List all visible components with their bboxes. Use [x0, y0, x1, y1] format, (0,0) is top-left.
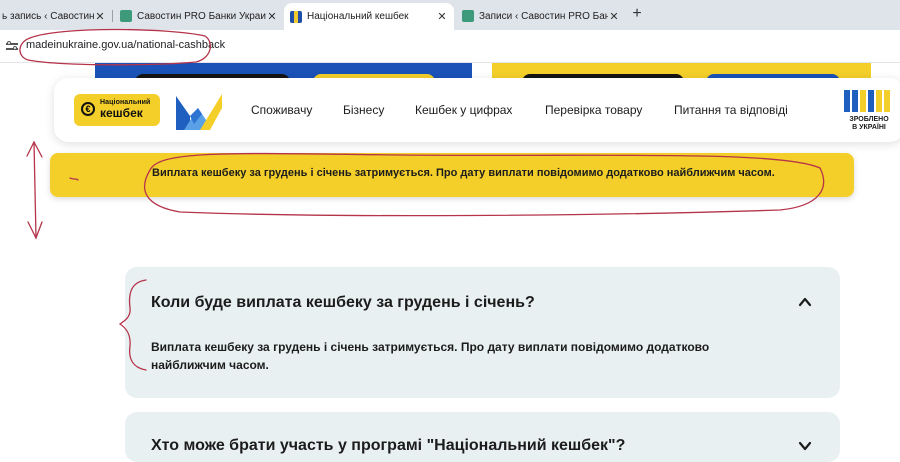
browser-tab[interactable]: ь запись ‹ Савостин PRO ✕ — [0, 4, 112, 28]
made-in-ukraine-logo[interactable]: ЗРОБЛЕНО В УКРАЇНІ — [842, 90, 896, 136]
page-content: € Національний кешбек Споживачу Бізнесу … — [0, 63, 900, 462]
faq-answer-line: найближчим часом. — [151, 358, 269, 372]
chevron-down-icon[interactable] — [798, 439, 812, 453]
browser-tab-bar: ь запись ‹ Савостин PRO ✕ Савостин PRO Б… — [0, 0, 900, 30]
nav-faq[interactable]: Питання та відповіді — [674, 103, 788, 117]
faq-question[interactable]: Коли буде виплата кешбеку за грудень і с… — [151, 294, 535, 312]
green-tab-icon — [120, 10, 132, 22]
made-line1: ЗРОБЛЕНО — [849, 116, 889, 123]
faq-question[interactable]: Хто може брати участь у програмі "Націон… — [151, 437, 625, 455]
euro-arrow-icon: € — [81, 102, 95, 116]
national-cashback-logo[interactable]: € Національний кешбек — [74, 94, 160, 126]
tab-title: Записи ‹ Савостин PRO Банки... — [479, 10, 608, 22]
nav-cashback-numbers[interactable]: Кешбек у цифрах — [415, 103, 512, 117]
site-settings-icon[interactable] — [6, 40, 18, 52]
banner-text: Виплата кешбеку за грудень і січень затр… — [152, 167, 775, 179]
logo-line2: кешбек — [100, 106, 143, 120]
tab-title: Савостин PRO Банки Украины — [137, 10, 266, 22]
tab-title: ь запись ‹ Савостин PRO — [2, 10, 94, 22]
made-in-ukraine-icon — [844, 90, 890, 112]
browser-tab[interactable]: Савостин PRO Банки Украины ✕ — [114, 4, 284, 28]
announcement-banner: Виплата кешбеку за грудень і січень затр… — [50, 153, 854, 197]
nav-consumer[interactable]: Споживачу — [251, 103, 312, 117]
faq-answer-line: Виплата кешбеку за грудень і січень затр… — [151, 340, 710, 354]
made-line2: В УКРАЇНІ — [852, 124, 886, 131]
site-header: € Національний кешбек Споживачу Бізнесу … — [54, 78, 900, 142]
ministry-logo-icon[interactable] — [176, 90, 222, 130]
browser-tab-active[interactable]: Національний кешбек ✕ — [284, 3, 454, 30]
nav-business[interactable]: Бізнесу — [343, 103, 384, 117]
hero-card-blue — [95, 63, 472, 88]
close-tab-icon[interactable]: ✕ — [608, 10, 620, 23]
faq-item[interactable]: Хто може брати участь у програмі "Націон… — [125, 412, 840, 462]
close-tab-icon[interactable]: ✕ — [94, 10, 106, 23]
faq-answer: Виплата кешбеку за грудень і січень затр… — [151, 338, 751, 374]
close-tab-icon[interactable]: ✕ — [266, 10, 278, 23]
close-tab-icon[interactable]: ✕ — [436, 10, 448, 23]
logo-line1: Національний — [100, 99, 151, 106]
hero-card-yellow — [492, 63, 871, 88]
address-bar: madeinukraine.gov.ua/national-cashback — [0, 30, 900, 63]
tab-separator — [112, 10, 113, 22]
browser-tab[interactable]: Записи ‹ Савостин PRO Банки... ✕ — [456, 4, 626, 28]
chevron-up-icon[interactable] — [798, 295, 812, 309]
new-tab-icon[interactable]: + — [628, 5, 646, 23]
faq-item[interactable]: Коли буде виплата кешбеку за грудень і с… — [125, 267, 840, 398]
url-text[interactable]: madeinukraine.gov.ua/national-cashback — [26, 39, 225, 51]
tab-title: Національний кешбек — [307, 11, 409, 22]
ukraine-flag-tab-icon — [290, 10, 302, 23]
nav-product-check[interactable]: Перевірка товару — [545, 103, 642, 117]
green-tab-icon — [462, 10, 474, 22]
